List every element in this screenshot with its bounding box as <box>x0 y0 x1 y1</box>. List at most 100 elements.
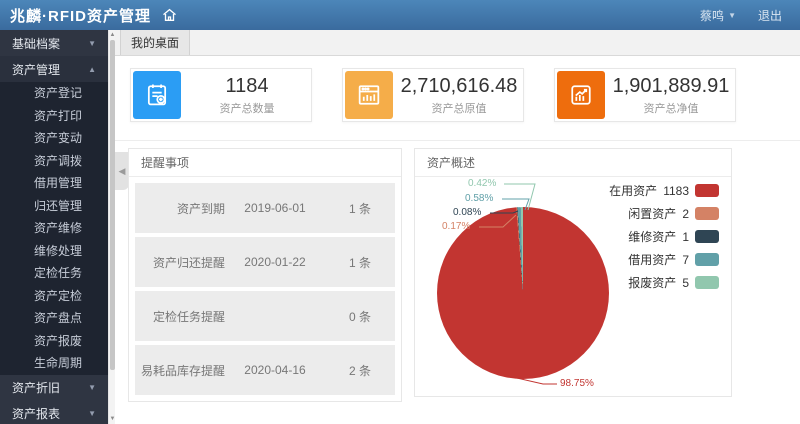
pct-label-in-use: 98.75% <box>560 378 594 390</box>
trend-up-icon <box>557 71 605 119</box>
clipboard-add-icon <box>133 71 181 119</box>
overview-panel: 资产概述 0.42% 0.58% 0.08% 0.17 <box>414 148 732 397</box>
legend-swatch <box>695 253 719 266</box>
stat-text: 2,710,616.48 资产总原值 <box>395 75 523 116</box>
reminder-date: 2019-06-01 <box>225 201 325 215</box>
app-logo: 兆麟·RFID资产管理 <box>10 5 151 26</box>
sidebar-item-label: 资产折旧 <box>12 379 60 396</box>
sidebar: 基础档案 ▼ 资产管理 ▲ 资产登记 资产打印 资产变动 资产调拨 借用管理 归… <box>0 30 108 424</box>
stat-value: 2,710,616.48 <box>395 75 523 97</box>
stat-card-total-net-value: 1,901,889.91 资产总净值 <box>554 68 736 122</box>
sidebar-subitem-inspection-task[interactable]: 定检任务 <box>0 262 108 285</box>
legend-swatch <box>695 184 719 197</box>
sidebar-subitem-borrow-management[interactable]: 借用管理 <box>0 172 108 195</box>
reminder-name: 资产归还提醒 <box>135 254 225 271</box>
pct-label-repair: 0.08% <box>453 207 481 219</box>
pie-chart-area: 0.42% 0.58% 0.08% 0.17% 98.75% 在用资产 1183 <box>415 177 731 396</box>
legend-label: 维修资产 <box>628 228 676 245</box>
tab-my-desktop[interactable]: 我的桌面 <box>120 30 190 55</box>
dashboard: 1184 资产总数量 2,710,616.48 <box>115 56 800 424</box>
legend-swatch <box>695 276 719 289</box>
sidebar-item-label: 资产报表 <box>12 405 60 422</box>
main-area: 我的桌面 1184 资产总数 <box>115 30 800 424</box>
panel-title: 资产概述 <box>415 149 731 177</box>
sidebar-subitem-repair-handling[interactable]: 维修处理 <box>0 240 108 263</box>
reminder-date: 2020-01-22 <box>225 255 325 269</box>
legend-value: 1 <box>682 230 689 244</box>
chevron-down-icon: ▼ <box>728 11 736 20</box>
logout-button[interactable]: 退出 <box>758 7 782 24</box>
reminder-name: 定检任务提醒 <box>135 308 225 325</box>
stat-card-total-original-value: 2,710,616.48 资产总原值 <box>342 68 524 122</box>
reminder-row-asset-return[interactable]: 资产归还提醒 2020-01-22 1 条 <box>135 237 395 287</box>
sidebar-subitem-asset-scrap[interactable]: 资产报废 <box>0 330 108 353</box>
sidebar-submenu: 资产登记 资产打印 资产变动 资产调拨 借用管理 归还管理 资产维修 维修处理 … <box>0 82 108 375</box>
chart-legend: 在用资产 1183 闲置资产 2 维修资产 1 <box>609 179 719 294</box>
sidebar-subitem-asset-print[interactable]: 资产打印 <box>0 105 108 128</box>
legend-value: 1183 <box>663 184 689 198</box>
app: 兆麟·RFID资产管理 蔡鸣 ▼ 退出 基础档案 ▼ 资产管理 ▲ 资产登记 资… <box>0 0 800 424</box>
sidebar-subitem-asset-repair[interactable]: 资产维修 <box>0 217 108 240</box>
stat-text: 1,901,889.91 资产总净值 <box>607 75 735 116</box>
legend-item-scrap[interactable]: 报废资产 5 <box>609 271 719 294</box>
legend-value: 7 <box>682 253 689 267</box>
sidebar-subitem-asset-register[interactable]: 资产登记 <box>0 82 108 105</box>
legend-item-repair[interactable]: 维修资产 1 <box>609 225 719 248</box>
chevron-down-icon: ▼ <box>88 39 96 48</box>
reminder-count: 0 条 <box>325 308 395 325</box>
stat-value: 1184 <box>183 75 311 97</box>
stat-label: 资产总净值 <box>607 100 735 116</box>
legend-label: 报废资产 <box>628 274 676 291</box>
sidebar-subitem-asset-inventory[interactable]: 资产盘点 <box>0 307 108 330</box>
sidebar-item-asset-depreciation[interactable]: 资产折旧 ▼ <box>0 375 108 401</box>
stat-cards: 1184 资产总数量 2,710,616.48 <box>130 68 736 122</box>
sidebar-subitem-asset-inspection[interactable]: 资产定检 <box>0 285 108 308</box>
stat-label: 资产总原值 <box>395 100 523 116</box>
home-icon[interactable] <box>161 7 178 23</box>
stat-card-total-count: 1184 资产总数量 <box>130 68 312 122</box>
sidebar-item-asset-reports[interactable]: 资产报表 ▼ <box>0 401 108 424</box>
reminder-count: 2 条 <box>325 362 395 379</box>
legend-swatch <box>695 230 719 243</box>
user-menu[interactable]: 蔡鸣 ▼ <box>700 7 736 24</box>
app-header: 兆麟·RFID资产管理 蔡鸣 ▼ 退出 <box>0 0 800 30</box>
reminder-row-inspection-task[interactable]: 定检任务提醒 0 条 <box>135 291 395 341</box>
stat-text: 1184 资产总数量 <box>183 75 311 116</box>
reminder-count: 1 条 <box>325 254 395 271</box>
legend-swatch <box>695 207 719 220</box>
sidebar-subitem-asset-transfer[interactable]: 资产调拨 <box>0 150 108 173</box>
pct-label-borrow: 0.58% <box>465 193 493 205</box>
stat-value: 1,901,889.91 <box>607 75 735 97</box>
panel-title: 提醒事项 <box>129 149 401 177</box>
divider <box>115 140 800 141</box>
legend-value: 2 <box>682 207 689 221</box>
sidebar-subitem-life-cycle[interactable]: 生命周期 <box>0 352 108 375</box>
chevron-down-icon: ▼ <box>88 383 96 392</box>
legend-item-in-use[interactable]: 在用资产 1183 <box>609 179 719 202</box>
sidebar-item-basic-archives[interactable]: 基础档案 ▼ <box>0 30 108 56</box>
tab-bar: 我的桌面 <box>115 30 800 56</box>
reminders-panel: 提醒事项 资产到期 2019-06-01 1 条 资产归还提醒 2020-01-… <box>128 148 402 402</box>
sidebar-item-label: 资产管理 <box>12 61 60 78</box>
reminder-row-asset-due[interactable]: 资产到期 2019-06-01 1 条 <box>135 183 395 233</box>
content-scrollbar[interactable]: ▲ ▼ <box>108 30 115 424</box>
collapse-handle[interactable]: ◀ <box>115 152 129 190</box>
legend-item-borrow[interactable]: 借用资产 7 <box>609 248 719 271</box>
sidebar-item-asset-management[interactable]: 资产管理 ▲ <box>0 56 108 82</box>
user-name: 蔡鸣 <box>700 7 724 24</box>
sidebar-subitem-return-management[interactable]: 归还管理 <box>0 195 108 218</box>
pct-label-scrap: 0.42% <box>468 178 496 190</box>
reminder-row-consumable-stock[interactable]: 易耗品库存提醒 2020-04-16 2 条 <box>135 345 395 395</box>
reminder-list: 资产到期 2019-06-01 1 条 资产归还提醒 2020-01-22 1 … <box>129 177 401 401</box>
legend-label: 闲置资产 <box>628 205 676 222</box>
stat-label: 资产总数量 <box>183 100 311 116</box>
legend-label: 在用资产 <box>609 182 657 199</box>
sidebar-subitem-asset-change[interactable]: 资产变动 <box>0 127 108 150</box>
sidebar-item-label: 基础档案 <box>12 35 60 52</box>
panels-row: 提醒事项 资产到期 2019-06-01 1 条 资产归还提醒 2020-01-… <box>128 148 732 402</box>
reminder-name: 资产到期 <box>135 200 225 217</box>
reminder-name: 易耗品库存提醒 <box>135 362 225 379</box>
legend-label: 借用资产 <box>628 251 676 268</box>
chevron-down-icon: ▼ <box>88 409 96 418</box>
legend-item-idle[interactable]: 闲置资产 2 <box>609 202 719 225</box>
